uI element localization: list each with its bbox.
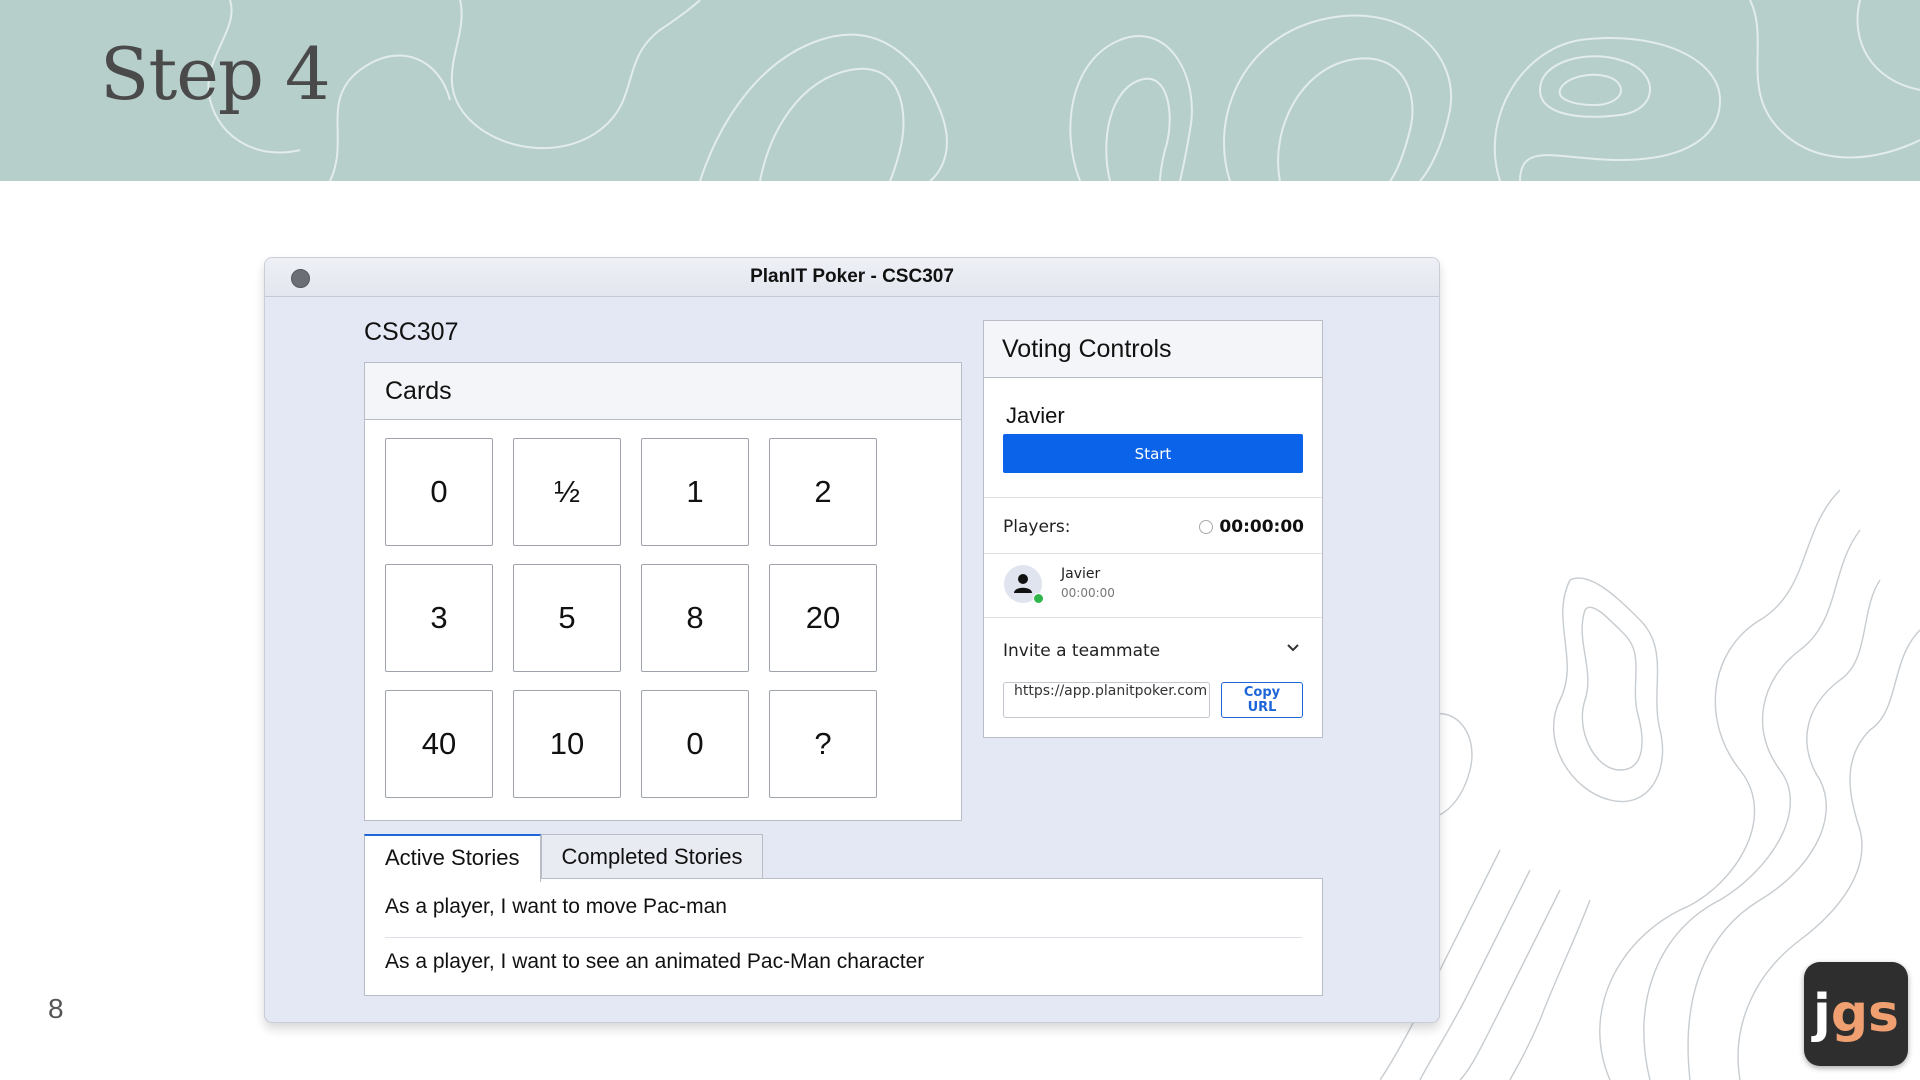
page-number: 8 (48, 993, 64, 1024)
start-button[interactable]: Start (1003, 434, 1303, 473)
timer: 00:00:00 (1199, 517, 1304, 537)
cards-panel-title: Cards (365, 363, 961, 420)
story-item[interactable]: As a player, I want to see an animated P… (385, 950, 1302, 974)
divider (984, 617, 1322, 618)
window-title: PlanIT Poker - CSC307 (750, 266, 954, 287)
card-question[interactable]: ? (769, 690, 877, 798)
clock-icon (1199, 520, 1214, 534)
timer-value: 00:00:00 (1219, 517, 1304, 537)
card-3[interactable]: 3 (385, 564, 493, 672)
avatar (1004, 565, 1044, 604)
player-time: 00:00:00 (1061, 586, 1115, 600)
card-8[interactable]: 8 (641, 564, 749, 672)
card-2[interactable]: 2 (769, 438, 877, 546)
player-name: Javier (1061, 566, 1101, 582)
players-label: Players: (1003, 517, 1071, 537)
online-status-icon (1033, 593, 1044, 604)
tab-completed-stories[interactable]: Completed Stories (540, 834, 764, 879)
app-window: PlanIT Poker - CSC307 CSC307 Cards 0 ½ 1… (264, 257, 1440, 1023)
room-name: CSC307 (364, 318, 459, 346)
divider (984, 553, 1322, 554)
user-icon (1014, 574, 1032, 593)
card-0-second[interactable]: 0 (641, 690, 749, 798)
logo-gs: gs (1830, 984, 1899, 1044)
chevron-down-icon[interactable] (1286, 643, 1300, 653)
logo-j: j (1812, 984, 1831, 1044)
card-0[interactable]: 0 (385, 438, 493, 546)
invite-url-field[interactable]: https://app.planitpoker.com (1003, 682, 1210, 718)
card-20[interactable]: 20 (769, 564, 877, 672)
divider (984, 497, 1322, 498)
moderator-name: Javier (1006, 403, 1065, 428)
copy-url-button[interactable]: Copy URL (1221, 682, 1303, 718)
card-half[interactable]: ½ (513, 438, 621, 546)
window-titlebar: PlanIT Poker - CSC307 (265, 258, 1439, 297)
card-40[interactable]: 40 (385, 690, 493, 798)
invite-teammate-toggle[interactable]: Invite a teammate (1003, 641, 1160, 661)
card-10[interactable]: 10 (513, 690, 621, 798)
stories-list: As a player, I want to move Pac-man As a… (364, 878, 1323, 996)
card-grid: 0 ½ 1 2 3 5 8 20 40 10 0 ? (385, 438, 877, 798)
voting-controls-panel: Voting Controls Javier Start Players: 00… (983, 320, 1323, 738)
stories-tabs: Active Stories Completed Stories (364, 834, 764, 882)
divider (385, 937, 1302, 938)
slide-title: Step 4 (100, 32, 331, 116)
jgs-logo: j gs (1804, 962, 1908, 1066)
tab-active-stories[interactable]: Active Stories (364, 834, 541, 882)
story-item[interactable]: As a player, I want to move Pac-man (385, 895, 1302, 919)
card-5[interactable]: 5 (513, 564, 621, 672)
voting-controls-title: Voting Controls (984, 321, 1322, 378)
header-banner: Step 4 (0, 0, 1920, 181)
card-1[interactable]: 1 (641, 438, 749, 546)
window-close-button[interactable] (291, 269, 310, 288)
cards-panel: Cards 0 ½ 1 2 3 5 8 20 40 10 0 ? (364, 362, 962, 821)
